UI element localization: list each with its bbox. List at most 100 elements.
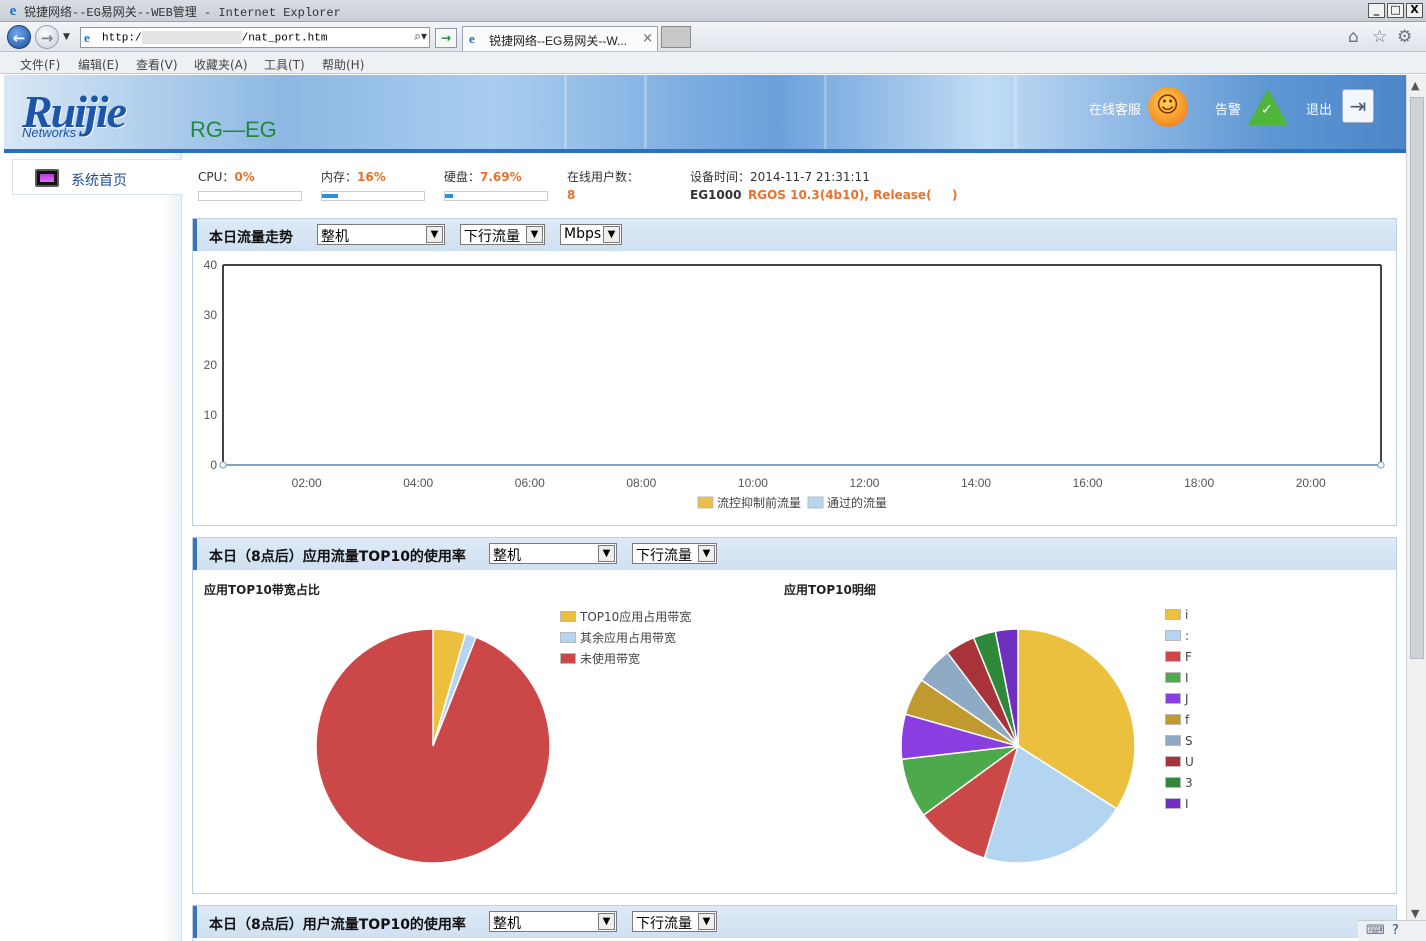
new-tab-button[interactable]: [661, 26, 691, 48]
y-tick-label: 40: [204, 258, 218, 272]
bandwidth-share-title: 应用TOP10带宽占比: [204, 583, 320, 597]
monitor-icon: [35, 169, 59, 187]
online-support-link[interactable]: 在线客服: [1089, 99, 1141, 118]
disk-bar: [444, 191, 548, 201]
scroll-up-icon[interactable]: ▲: [1411, 79, 1419, 92]
tab-page-icon: e: [469, 31, 475, 46]
direction-select[interactable]: 下行流量 ▼: [632, 911, 717, 932]
settings-gear-icon[interactable]: ⚙: [1397, 27, 1412, 47]
direction-select[interactable]: 下行流量 ▼: [460, 224, 545, 245]
series-start-point: [219, 461, 227, 469]
mem-stat: 内存：16%: [321, 168, 386, 185]
disk-value: 7.69%: [480, 170, 522, 184]
tab-label: 锐捷网络--EG易网关--W...: [489, 34, 627, 48]
device-time-label: 设备时间：: [690, 170, 751, 184]
go-arrow-icon[interactable]: →: [435, 28, 457, 48]
alarm-link[interactable]: 告警: [1215, 99, 1241, 118]
unit-select[interactable]: Mbps ▼: [560, 224, 622, 245]
home-icon[interactable]: ⌂: [1348, 27, 1359, 47]
vertical-scrollbar[interactable]: ▲ ▼: [1406, 75, 1426, 925]
support-smiley-icon[interactable]: ☺: [1148, 87, 1188, 127]
x-tick-label: 18:00: [1184, 476, 1214, 490]
legend-label: S: [1185, 734, 1193, 748]
chevron-down-icon: ▼: [598, 545, 615, 562]
legend-label: F: [1185, 650, 1192, 664]
legend-swatch: [1165, 630, 1181, 641]
user-top10-panel: 本日（8点后）用户流量TOP10的使用率 整机 ▼ 下行流量 ▼: [192, 905, 1397, 941]
search-dropdown-icon[interactable]: ⌕▾: [414, 29, 427, 44]
browser-navbar: ← → ▼ e http:/ /nat_port.htm ⌕▾ → e 锐捷网络-…: [0, 22, 1426, 52]
menu-help[interactable]: 帮助(H): [322, 56, 364, 73]
menu-view[interactable]: 查看(V): [136, 56, 178, 73]
chevron-down-icon: ▼: [426, 226, 443, 243]
alarm-triangle-icon[interactable]: ✓: [1248, 89, 1288, 125]
ruijie-logo-sub: Networks: [22, 125, 77, 140]
scope-select[interactable]: 整机 ▼: [489, 543, 617, 564]
panel-header: 本日（8点后）应用流量TOP10的使用率 整机 ▼ 下行流量 ▼: [193, 538, 1396, 570]
legend-swatch: [1165, 756, 1181, 767]
legend-swatch: [1165, 777, 1181, 788]
direction-select[interactable]: 下行流量 ▼: [632, 543, 717, 564]
help-icon[interactable]: ?: [1392, 923, 1399, 938]
x-tick-label: 16:00: [1073, 476, 1103, 490]
menu-tools[interactable]: 工具(T): [264, 56, 305, 73]
scope-select-value: 整机: [493, 916, 521, 932]
app-detail-title: 应用TOP10明细: [784, 583, 876, 597]
x-tick-label: 20:00: [1296, 476, 1326, 490]
legend-swatch: [1165, 714, 1181, 725]
legend-label: f: [1185, 713, 1190, 727]
y-tick-label: 0: [210, 458, 217, 472]
menu-file[interactable]: 文件(F): [20, 56, 60, 73]
device-version: RGOS 10.3(4b10), Release(: [748, 188, 932, 202]
scope-select-value: 整机: [321, 229, 349, 245]
window-buttons: _ □ X: [1368, 3, 1423, 18]
disk-bar-fill: [445, 194, 453, 198]
direction-select-value: 下行流量: [464, 229, 520, 245]
favorites-star-icon[interactable]: ☆: [1372, 27, 1387, 47]
legend-label: I: [1185, 671, 1189, 685]
legend-label: J: [1185, 692, 1189, 706]
browser-tab[interactable]: e 锐捷网络--EG易网关--W... ×: [462, 26, 658, 51]
legend-label: 其余应用占用带宽: [580, 631, 677, 645]
legend-swatch: [560, 632, 576, 643]
close-window-button[interactable]: X: [1406, 3, 1423, 18]
disk-stat: 硬盘：7.69%: [444, 168, 522, 185]
forward-arrow-icon[interactable]: →: [35, 25, 59, 49]
scope-select[interactable]: 整机 ▼: [489, 911, 617, 932]
legend-item: F: [1165, 650, 1192, 664]
window-titlebar: e 锐捷网络--EG易网关--WEB管理 - Internet Explorer…: [0, 0, 1426, 22]
window-title: 锐捷网络--EG易网关--WEB管理 - Internet Explorer: [24, 6, 341, 20]
back-arrow-icon[interactable]: ←: [7, 25, 31, 49]
scope-select-value: 整机: [493, 548, 521, 564]
maximize-button[interactable]: □: [1387, 3, 1404, 18]
logout-door-icon[interactable]: ⇥: [1342, 89, 1374, 123]
minimize-button[interactable]: _: [1368, 3, 1385, 18]
panel-title: 本日（8点后）用户流量TOP10的使用率: [209, 917, 466, 933]
legend-label: i: [1185, 608, 1189, 622]
device-version-end: ): [952, 188, 958, 202]
scroll-down-icon[interactable]: ▼: [1411, 907, 1419, 920]
tab-close-icon[interactable]: ×: [642, 31, 653, 46]
cpu-stat: CPU：0%: [198, 168, 255, 185]
chevron-down-icon: ▼: [598, 913, 615, 930]
legend-swatch: [697, 496, 714, 509]
legend-swatch: [1165, 735, 1181, 746]
address-bar[interactable]: e http:/ /nat_port.htm ⌕▾: [80, 27, 430, 48]
browser-menubar: 文件(F) 编辑(E) 查看(V) 收藏夹(A) 工具(T) 帮助(H): [0, 52, 1426, 74]
chevron-down-icon: ▼: [603, 226, 620, 243]
panel-title: 本日（8点后）应用流量TOP10的使用率: [209, 549, 466, 565]
panel-header: 本日（8点后）用户流量TOP10的使用率 整机 ▼ 下行流量 ▼: [193, 906, 1396, 938]
disk-label: 硬盘：: [444, 170, 481, 184]
sidebar-item-home[interactable]: 系统首页: [12, 159, 182, 195]
scope-select[interactable]: 整机 ▼: [317, 224, 445, 245]
menu-edit[interactable]: 编辑(E): [78, 56, 119, 73]
history-dropdown-icon[interactable]: ▼: [63, 32, 70, 42]
app-detail-pie-chart: [900, 628, 1136, 864]
legend-label: I: [1185, 797, 1189, 811]
scrollbar-thumb[interactable]: [1410, 97, 1424, 659]
cpu-bar: [198, 191, 302, 201]
menu-favorites[interactable]: 收藏夹(A): [194, 56, 248, 73]
address-url[interactable]: http:/ /nat_port.htm: [102, 31, 327, 44]
logout-link[interactable]: 退出: [1306, 99, 1332, 118]
traffic-line-chart: 0 10 20 30 40 02:00 04:00 06:00 08:00 10:00 12:00 1…: [204, 258, 1385, 510]
